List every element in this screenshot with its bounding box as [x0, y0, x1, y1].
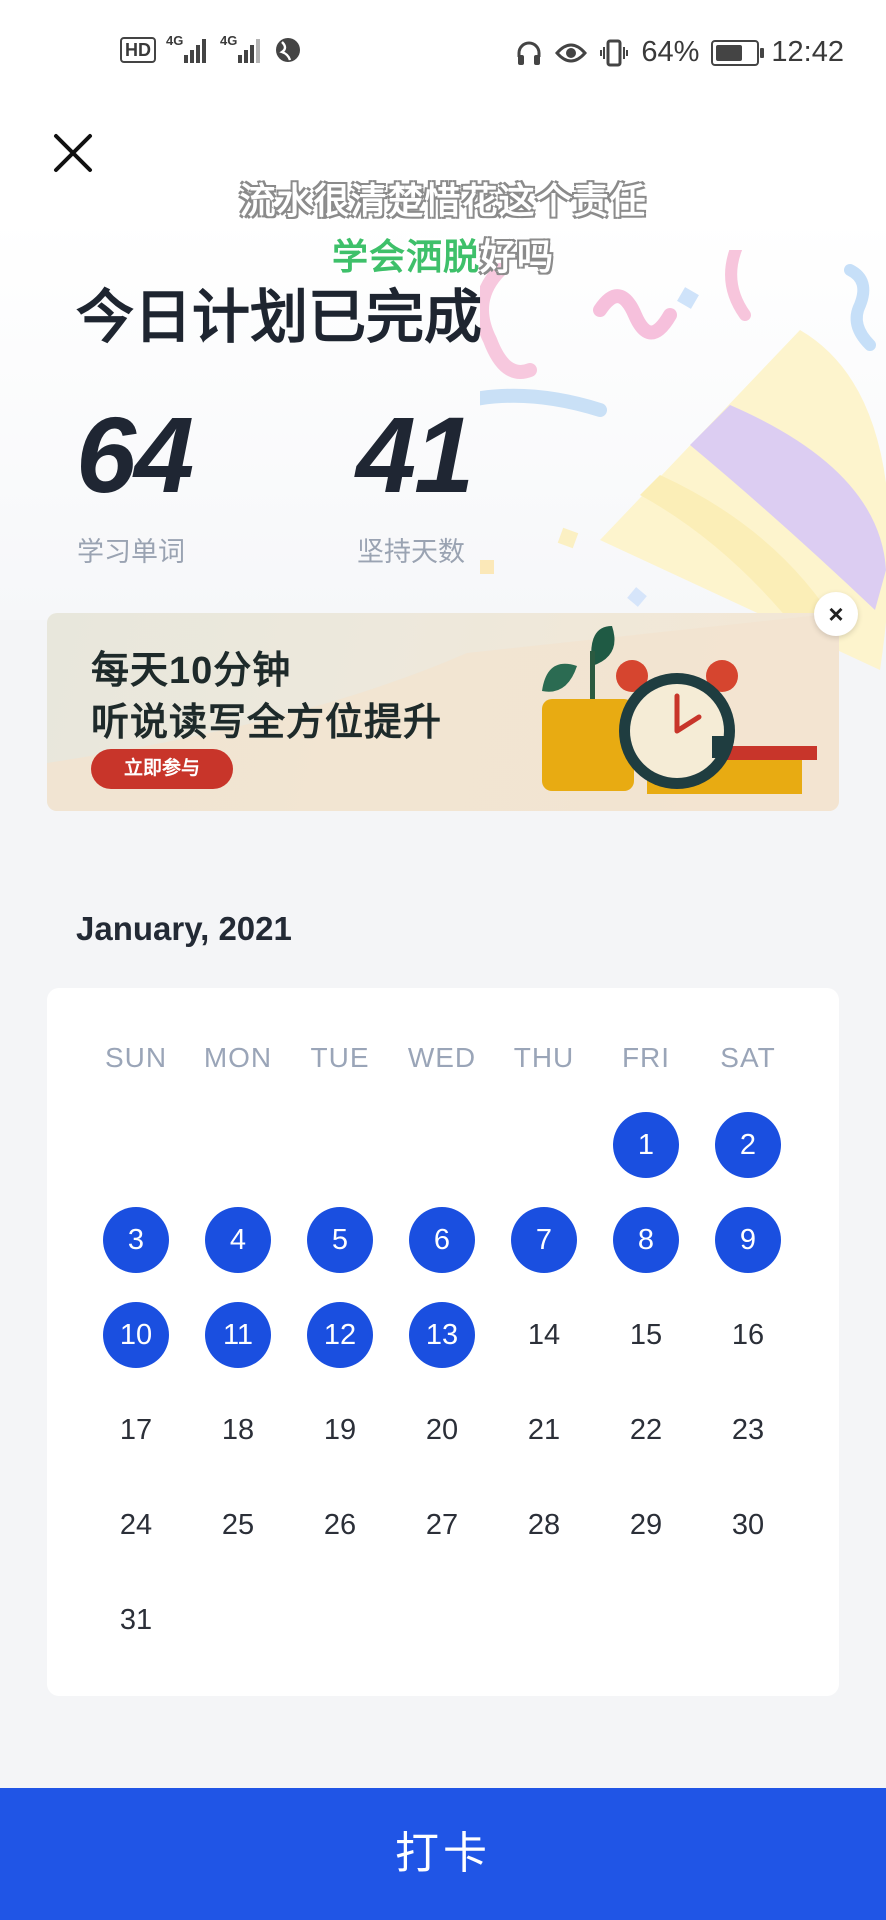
calendar-day[interactable]: 31 — [103, 1587, 169, 1653]
join-now-button[interactable]: 立即参与 — [91, 749, 233, 789]
weekday-thu: THU — [513, 1042, 575, 1073]
calendar-day[interactable]: 29 — [613, 1492, 679, 1558]
calendar-day[interactable]: 19 — [307, 1397, 373, 1463]
globe-icon — [276, 38, 300, 62]
calendar-day-completed[interactable]: 13 — [409, 1302, 475, 1368]
hd-badge: HD — [120, 37, 156, 63]
alarm-clock-illustration — [542, 626, 817, 794]
status-bar: HD 4G 4G 64% 12:42 — [0, 0, 886, 110]
status-right: 64% 12:42 — [515, 36, 844, 69]
calendar-day[interactable]: 30 — [715, 1492, 781, 1558]
weekday-tue: TUE — [310, 1042, 370, 1073]
page-title: 今日计划已完成 — [76, 285, 483, 350]
calendar-day[interactable]: 20 — [409, 1397, 475, 1463]
lyrics-rest: 好吗 — [480, 236, 555, 277]
calendar-day[interactable]: 24 — [103, 1492, 169, 1558]
calendar-day[interactable]: 14 — [511, 1302, 577, 1368]
weekday-mon: MON — [203, 1042, 273, 1073]
words-learned-value: 64 — [76, 394, 194, 515]
weekday-fri: FRI — [621, 1042, 671, 1073]
words-learned-label: 学习单词 — [77, 537, 185, 567]
calendar-day[interactable]: 18 — [205, 1397, 271, 1463]
calendar-day-completed[interactable]: 9 — [715, 1207, 781, 1273]
calendar-day[interactable]: 16 — [715, 1302, 781, 1368]
banner-headline: 每天10分钟 — [91, 650, 292, 692]
calendar-day-completed[interactable]: 10 — [103, 1302, 169, 1368]
vibrate-icon — [600, 39, 629, 66]
calendar-day[interactable]: 23 — [715, 1397, 781, 1463]
weekday-sat: SAT — [720, 1042, 776, 1073]
weekday-wed: WED — [407, 1042, 477, 1073]
banner-close-button[interactable]: × — [814, 592, 858, 636]
calendar-day-completed[interactable]: 1 — [613, 1112, 679, 1178]
calendar-day[interactable]: 17 — [103, 1397, 169, 1463]
calendar-day-completed[interactable]: 6 — [409, 1207, 475, 1273]
calendar-day[interactable]: 25 — [205, 1492, 271, 1558]
calendar-day[interactable]: 27 — [409, 1492, 475, 1558]
eye-icon — [555, 43, 588, 62]
calendar-day-completed[interactable]: 7 — [511, 1207, 577, 1273]
calendar-day-completed[interactable]: 3 — [103, 1207, 169, 1273]
battery-icon — [711, 39, 765, 66]
calendar-day[interactable]: 15 — [613, 1302, 679, 1368]
status-left: HD 4G 4G — [120, 33, 302, 64]
battery-percent: 64% — [641, 36, 700, 68]
signal-icon: 4G — [166, 33, 210, 63]
calendar-day-completed[interactable]: 12 — [307, 1302, 373, 1368]
check-in-button[interactable]: 打卡 — [0, 1788, 886, 1920]
calendar-day[interactable]: 28 — [511, 1492, 577, 1558]
streak-days-label: 坚持天数 — [357, 537, 465, 567]
calendar-day-completed[interactable]: 11 — [205, 1302, 271, 1368]
calendar-day[interactable]: 26 — [307, 1492, 373, 1558]
banner-subheadline: 听说读写全方位提升 — [91, 702, 443, 744]
signal-icon-2: 4G — [220, 33, 264, 63]
calendar-day-completed[interactable]: 5 — [307, 1207, 373, 1273]
weekday-sun: SUN — [104, 1042, 168, 1073]
page: HD 4G 4G 64% 12:42 流水很清楚惜花这个责任 学会洒脱好吗 今日… — [0, 0, 886, 1920]
calendar-day-completed[interactable]: 4 — [205, 1207, 271, 1273]
promo-banner[interactable]: 每天10分钟 听说读写全方位提升 立即参与 — [47, 613, 839, 811]
lyrics-line-1: 流水很清楚惜花这个责任 — [239, 180, 647, 221]
calendar-day[interactable]: 21 — [511, 1397, 577, 1463]
calendar-month-label: January, 2021 — [76, 910, 292, 947]
calendar-day[interactable]: 22 — [613, 1397, 679, 1463]
streak-days-value: 41 — [356, 394, 474, 515]
headphones-icon — [517, 41, 541, 65]
calendar-day-completed[interactable]: 2 — [715, 1112, 781, 1178]
calendar-day-completed[interactable]: 8 — [613, 1207, 679, 1273]
clock: 12:42 — [771, 36, 844, 68]
close-icon[interactable] — [48, 128, 98, 178]
